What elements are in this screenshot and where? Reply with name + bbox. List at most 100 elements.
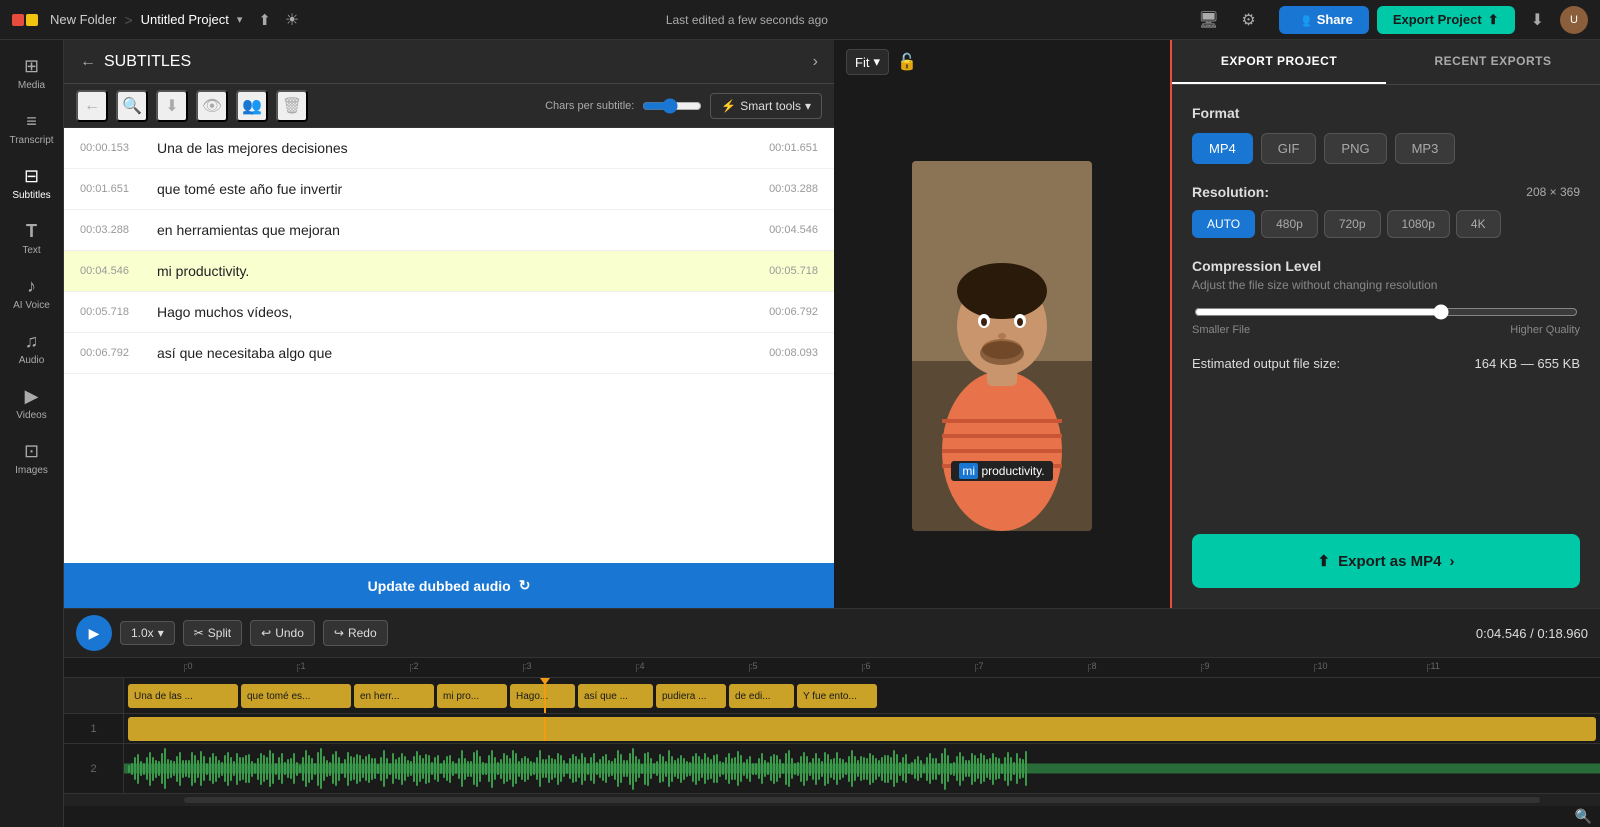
redo-icon: ↪ bbox=[334, 626, 344, 640]
subtitle-row-3[interactable]: 00:04.546 mi productivity. 00:05.718 bbox=[64, 251, 834, 292]
subtitles-close-btn[interactable]: › bbox=[813, 53, 818, 71]
sidebar-item-videos[interactable]: ▶ Videos bbox=[0, 378, 63, 429]
waveform-bar bbox=[566, 763, 568, 774]
waveform-bar bbox=[575, 756, 577, 782]
waveform-bar bbox=[341, 763, 343, 774]
subtitles-download-btn[interactable]: ⬇ bbox=[156, 90, 188, 122]
sidebar-item-text[interactable]: T Text bbox=[0, 213, 63, 264]
share-button[interactable]: 👥 Share bbox=[1279, 6, 1369, 34]
tick-2: :2 bbox=[410, 664, 523, 672]
upload-icon[interactable]: ⬆ bbox=[258, 11, 271, 29]
waveform-bar bbox=[614, 758, 616, 780]
res-1080p-btn[interactable]: 1080p bbox=[1387, 210, 1450, 238]
waveform-bar bbox=[230, 757, 232, 781]
subtitle-row-0[interactable]: 00:00.153 Una de las mejores decisiones … bbox=[64, 128, 834, 169]
folder-breadcrumb[interactable]: New Folder bbox=[50, 12, 116, 27]
export-project-button[interactable]: Export Project ⬆ bbox=[1377, 6, 1515, 34]
subtitle-row-1[interactable]: 00:01.651 que tomé este año fue invertir… bbox=[64, 169, 834, 210]
chars-per-subtitle-slider[interactable] bbox=[642, 98, 702, 114]
sidebar-item-subtitles[interactable]: ⊟ Subtitles bbox=[0, 158, 63, 209]
sidebar-item-transcript[interactable]: ≡ Transcript bbox=[0, 103, 63, 154]
user-avatar[interactable]: U bbox=[1560, 6, 1588, 34]
lightning-icon: ⚡ bbox=[721, 99, 736, 113]
subtitle-row-4[interactable]: 00:05.718 Hago muchos vídeos, 00:06.792 bbox=[64, 292, 834, 333]
subtitle-clip-1[interactable]: que tomé es... bbox=[241, 684, 351, 708]
tab-recent-exports[interactable]: RECENT EXPORTS bbox=[1386, 40, 1600, 84]
brightness-icon[interactable]: ☀ bbox=[285, 10, 299, 30]
download-icon[interactable]: ⬇ bbox=[1531, 10, 1544, 30]
subtitle-text-4[interactable]: Hago muchos vídeos, bbox=[157, 304, 741, 320]
undo-button[interactable]: ↩ Undo bbox=[250, 620, 315, 646]
split-button[interactable]: ✂ Split bbox=[183, 620, 242, 646]
format-mp3-btn[interactable]: MP3 bbox=[1395, 133, 1456, 164]
unlock-icon[interactable]: 🔓 bbox=[897, 52, 917, 72]
project-dropdown-chevron[interactable]: ▾ bbox=[237, 13, 243, 26]
subtitle-clip-5[interactable]: así que ... bbox=[578, 684, 653, 708]
subtitles-eye-btn[interactable]: 👁 bbox=[196, 90, 228, 122]
subtitle-track-content: Una de las ... que tomé es... en herr...… bbox=[124, 678, 1600, 713]
compression-slider[interactable] bbox=[1194, 304, 1578, 320]
settings-icon[interactable]: ⚙ bbox=[1235, 6, 1263, 34]
tick-10: :10 bbox=[1314, 664, 1427, 672]
subtitles-people-btn[interactable]: 👥 bbox=[236, 90, 268, 122]
subtitle-clip-3[interactable]: mi pro... bbox=[437, 684, 507, 708]
waveform-bar bbox=[812, 758, 814, 780]
fit-select[interactable]: Fit ▾ bbox=[846, 49, 889, 75]
sidebar-item-ai-voice[interactable]: ♪ AI Voice bbox=[0, 268, 63, 319]
subtitle-row-5[interactable]: 00:06.792 así que necesitaba algo que 00… bbox=[64, 333, 834, 374]
subtitle-text-5[interactable]: así que necesitaba algo que bbox=[157, 345, 741, 361]
format-mp4-btn[interactable]: MP4 bbox=[1192, 133, 1253, 164]
subtitle-clip-7[interactable]: de edi... bbox=[729, 684, 794, 708]
subtitle-clip-0[interactable]: Una de las ... bbox=[128, 684, 238, 708]
tick-9: :9 bbox=[1201, 664, 1314, 672]
res-720p-btn[interactable]: 720p bbox=[1324, 210, 1381, 238]
subtitle-clip-6[interactable]: pudiera ... bbox=[656, 684, 726, 708]
export-as-mp4-button[interactable]: ⬆ Export as MP4 › bbox=[1192, 534, 1580, 588]
speed-selector[interactable]: 1.0x ▾ bbox=[120, 621, 175, 645]
play-button[interactable]: ▶ bbox=[76, 615, 112, 651]
smart-tools-button[interactable]: ⚡ Smart tools ▾ bbox=[710, 93, 822, 119]
subtitles-back-btn[interactable]: ← bbox=[80, 53, 96, 71]
export-as-mp4-label: Export as MP4 bbox=[1338, 553, 1441, 570]
format-png-btn[interactable]: PNG bbox=[1324, 133, 1386, 164]
waveform-bar bbox=[908, 764, 910, 774]
sidebar-item-audio[interactable]: ♫ Audio bbox=[0, 323, 63, 374]
tick-7: :7 bbox=[975, 664, 1088, 672]
format-gif-btn[interactable]: GIF bbox=[1261, 133, 1317, 164]
subtitles-search-btn[interactable]: 🔍 bbox=[116, 90, 148, 122]
monitor-icon[interactable]: 🖥 bbox=[1195, 6, 1223, 34]
tab-export-project[interactable]: EXPORT PROJECT bbox=[1172, 40, 1386, 84]
waveform-bar bbox=[143, 763, 145, 775]
subtitle-text-3[interactable]: mi productivity. bbox=[157, 263, 741, 279]
preview-video: mi productivity. bbox=[834, 84, 1170, 608]
sidebar-item-media[interactable]: ⊞ Media bbox=[0, 48, 63, 99]
subtitles-back-tool-btn[interactable]: ← bbox=[76, 90, 108, 122]
subtitle-text-1[interactable]: que tomé este año fue invertir bbox=[157, 181, 741, 197]
waveform-bar bbox=[1004, 757, 1006, 781]
sidebar-item-images[interactable]: ⊡ Images bbox=[0, 433, 63, 484]
waveform-bar bbox=[416, 751, 418, 786]
subtitle-clip-8[interactable]: Y fue ento... bbox=[797, 684, 877, 708]
scrollbar-track[interactable] bbox=[184, 797, 1540, 803]
redo-button[interactable]: ↪ Redo bbox=[323, 620, 388, 646]
res-4k-btn[interactable]: 4K bbox=[1456, 210, 1501, 238]
subtitle-row-2[interactable]: 00:03.288 en herramientas que mejoran 00… bbox=[64, 210, 834, 251]
subtitles-trash-btn[interactable]: 🗑 bbox=[276, 90, 308, 122]
waveform-bar bbox=[326, 760, 328, 777]
subtitle-clip-4[interactable]: Hago... bbox=[510, 684, 575, 708]
waveform-bar bbox=[893, 750, 895, 787]
topbar-icons: 🖥 ⚙ bbox=[1195, 6, 1263, 34]
waveform-bar bbox=[164, 748, 166, 789]
sidebar-item-transcript-label: Transcript bbox=[9, 135, 53, 146]
track-1-clip[interactable] bbox=[128, 717, 1596, 741]
update-dubbed-audio-button[interactable]: Update dubbed audio ↻ bbox=[64, 563, 834, 608]
res-480p-btn[interactable]: 480p bbox=[1261, 210, 1318, 238]
zoom-icon[interactable]: 🔍 bbox=[1575, 808, 1592, 825]
subtitle-text-0[interactable]: Una de las mejores decisiones bbox=[157, 140, 741, 156]
subtitle-end-time-5: 00:08.093 bbox=[753, 347, 818, 359]
res-auto-btn[interactable]: AUTO bbox=[1192, 210, 1255, 238]
subtitle-clip-2[interactable]: en herr... bbox=[354, 684, 434, 708]
subtitle-text-2[interactable]: en herramientas que mejoran bbox=[157, 222, 741, 238]
resolution-value: 208 × 369 bbox=[1526, 185, 1580, 199]
project-name[interactable]: Untitled Project bbox=[141, 12, 229, 27]
